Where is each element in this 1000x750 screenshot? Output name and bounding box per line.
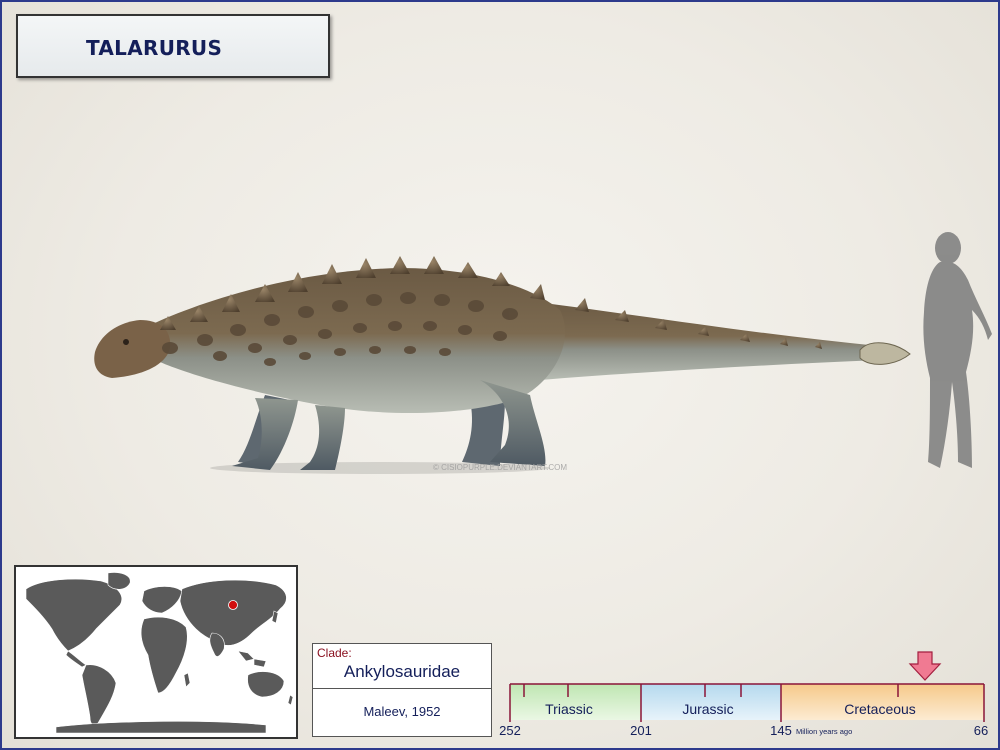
central-america	[65, 650, 87, 668]
dinosaur-illustration: © CISIOPURPLE.DEVIANTART.COM	[94, 232, 992, 474]
new-zealand	[287, 694, 294, 706]
clade-divider	[313, 688, 491, 689]
clade-name: Ankylosauridae	[343, 662, 461, 681]
continents	[25, 572, 294, 734]
eye	[123, 339, 129, 345]
europe	[141, 586, 183, 614]
world-map	[14, 565, 298, 739]
clade-label: Clade:	[317, 646, 352, 660]
tail-club	[859, 342, 911, 365]
clade-box: Clade: Ankylosauridae Maleev, 1952	[312, 643, 492, 737]
south-america	[81, 664, 117, 726]
watermark: © CISIOPURPLE.DEVIANTART.COM	[433, 463, 567, 472]
antarctica	[55, 721, 267, 734]
clade-author: Maleev, 1952	[363, 704, 441, 719]
tail	[520, 300, 905, 380]
madagascar	[183, 672, 191, 688]
australia	[247, 671, 285, 698]
greenland	[107, 572, 131, 590]
world-map-graphic	[25, 572, 294, 734]
head	[94, 320, 171, 378]
asia	[179, 579, 287, 646]
southeast-asia	[237, 650, 267, 668]
red-dot-icon	[228, 600, 238, 610]
near-front-leg-2	[300, 405, 345, 470]
north-america	[25, 578, 122, 652]
africa	[140, 616, 188, 694]
human-silhouette	[923, 232, 992, 468]
